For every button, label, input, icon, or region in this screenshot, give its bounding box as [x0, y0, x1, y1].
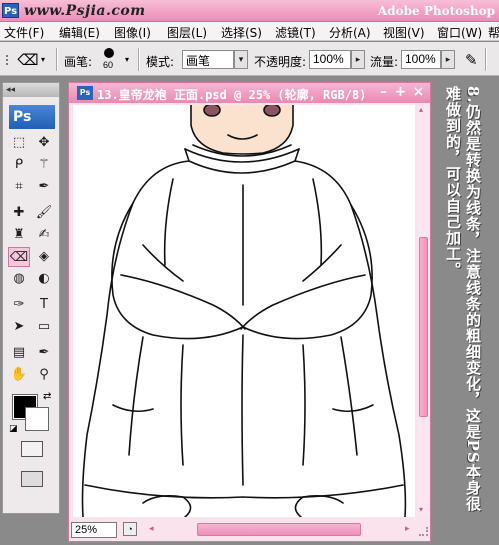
- tool-preset-arrow-icon[interactable]: ▾: [41, 55, 45, 64]
- resize-grip-icon[interactable]: [419, 527, 428, 536]
- crop-icon[interactable]: ⌗: [8, 177, 30, 197]
- scroll-up-arrow-icon[interactable]: ▴: [419, 105, 423, 114]
- flow-label: 流量:: [370, 55, 399, 69]
- mode-select[interactable]: 画笔: [182, 50, 234, 69]
- pen-icon[interactable]: ✑: [8, 295, 30, 315]
- menu-bar: 文件(F) 编辑(E) 图像(I) 图层(L) 选择(S) 滤镜(T) 分析(A…: [0, 22, 499, 41]
- mode-dropdown-arrow-icon[interactable]: ▾: [234, 50, 248, 69]
- marquee-icon[interactable]: ⬚: [8, 133, 30, 153]
- menu-image[interactable]: 图像(I): [114, 24, 151, 41]
- vertical-scroll-thumb[interactable]: [419, 237, 428, 417]
- opacity-input[interactable]: 100%: [309, 50, 351, 69]
- separator: [56, 48, 58, 71]
- menu-filter[interactable]: 滤镜(T): [275, 24, 316, 41]
- horizontal-scroll-thumb[interactable]: [197, 523, 361, 536]
- hand-icon[interactable]: ✋: [8, 365, 30, 385]
- scroll-down-arrow-icon[interactable]: ▾: [419, 505, 423, 514]
- opacity-slider-arrow-icon[interactable]: ▸: [351, 50, 365, 69]
- flow-slider-arrow-icon[interactable]: ▸: [441, 50, 455, 69]
- menu-help[interactable]: 帮: [488, 24, 499, 41]
- brush-size: 60: [103, 60, 114, 70]
- opacity-label: 不透明度:: [254, 55, 307, 69]
- swap-colors-icon[interactable]: ⇄: [43, 391, 51, 402]
- eraser-icon[interactable]: ⌫: [16, 51, 40, 69]
- menu-file[interactable]: 文件(F): [4, 24, 44, 41]
- scroll-right-arrow-icon[interactable]: ▸: [405, 523, 410, 534]
- minimize-icon[interactable]: –: [377, 85, 390, 99]
- toolbox-header[interactable]: ◂◂: [3, 83, 59, 97]
- scroll-left-arrow-icon[interactable]: ◂: [149, 523, 154, 534]
- document-title: 13.皇帝龙袍 正面.psd @ 25% (轮廓, RGB/8): [97, 88, 367, 102]
- zoom-level-field[interactable]: 25%: [71, 522, 117, 538]
- menu-window[interactable]: 窗口(W): [437, 24, 482, 41]
- flow-input[interactable]: 100%: [401, 50, 441, 69]
- eyedropper-icon[interactable]: ✒: [33, 177, 55, 197]
- options-grip[interactable]: [6, 55, 10, 65]
- caption-line-1: 8.仍然是转换为线条，注意线条的粗细变化，这是PS本身很: [464, 86, 482, 512]
- eraser-icon[interactable]: ⌫: [8, 247, 30, 267]
- canvas[interactable]: [73, 105, 415, 517]
- rectangle-icon[interactable]: ▭: [33, 317, 55, 337]
- brush-label: 画笔:: [64, 55, 93, 69]
- healing-brush-icon[interactable]: ✚: [8, 203, 30, 223]
- document-title-bar[interactable]: Ps 13.皇帝龙袍 正面.psd @ 25% (轮廓, RGB/8) – + …: [69, 83, 430, 103]
- quick-mask-icon[interactable]: [21, 441, 43, 457]
- mode-label: 模式:: [146, 55, 175, 69]
- menu-edit[interactable]: 编辑(E): [59, 24, 100, 41]
- caption-line-2: 难做到的，可以自己加工。: [444, 86, 462, 278]
- status-bar: 25% ◔ ◂ ▸: [69, 519, 430, 541]
- photoshop-icon: Ps: [2, 3, 19, 18]
- blur-icon[interactable]: ◍: [8, 269, 30, 289]
- dodge-icon[interactable]: ◐: [33, 269, 55, 289]
- watermark-text: www.Psjia.com: [24, 3, 146, 19]
- history-brush-icon[interactable]: ✍: [33, 225, 55, 245]
- emperor-robe-line-art: [81, 105, 407, 517]
- airbrush-icon[interactable]: ✎: [465, 51, 478, 69]
- brush-picker-arrow-icon[interactable]: ▾: [125, 55, 129, 64]
- options-bar: ⌫ ▾ 画笔: 60 ▾ 模式: 画笔 ▾ 不透明度: 100% ▸ 流量: 1…: [0, 42, 499, 76]
- menu-view[interactable]: 视图(V): [383, 24, 425, 41]
- path-selection-icon[interactable]: ➤: [8, 317, 30, 337]
- photoshop-logo[interactable]: Ps: [9, 105, 55, 129]
- menu-layer[interactable]: 图层(L): [167, 24, 207, 41]
- type-icon[interactable]: T: [33, 295, 55, 315]
- separator: [138, 48, 140, 71]
- menu-analysis[interactable]: 分析(A): [329, 24, 371, 41]
- vertical-scrollbar[interactable]: ▴ ▾: [418, 105, 429, 517]
- default-colors-icon[interactable]: ◪: [9, 423, 18, 434]
- maximize-icon[interactable]: +: [394, 85, 407, 99]
- menu-select[interactable]: 选择(S): [221, 24, 262, 41]
- separator: [485, 48, 487, 71]
- document-icon: Ps: [77, 86, 93, 100]
- document-window: Ps 13.皇帝龙袍 正面.psd @ 25% (轮廓, RGB/8) – + …: [68, 82, 431, 542]
- tutorial-caption: 8.仍然是转换为线条，注意线条的粗细变化，这是PS本身很 难做到的，可以自己加工…: [436, 82, 499, 545]
- move-icon[interactable]: ✥: [33, 133, 55, 153]
- close-icon[interactable]: ×: [412, 85, 425, 99]
- title-bar: Ps www.Psjia.com Adobe Photoshop: [0, 0, 499, 22]
- brush-icon[interactable]: 🖌: [33, 203, 55, 223]
- brush-preset-icon[interactable]: [104, 48, 114, 58]
- paint-bucket-icon[interactable]: ◈: [33, 247, 55, 267]
- clone-stamp-icon[interactable]: ♜: [8, 225, 30, 245]
- notes-icon[interactable]: ▤: [8, 343, 30, 363]
- background-color-swatch[interactable]: [25, 407, 49, 431]
- zoom-icon[interactable]: ⚲: [33, 365, 55, 385]
- magic-wand-icon[interactable]: ⚚: [33, 155, 55, 175]
- toolbox: ◂◂ Ps ⬚ ✥ ᑭ ⚚ ⌗ ✒ ✚ 🖌 ♜ ✍ ⌫ ◈ ◍ ◐ ✑ T ➤ …: [2, 82, 60, 514]
- screen-mode-icon[interactable]: [21, 471, 43, 487]
- status-menu-icon[interactable]: ◔: [123, 522, 137, 536]
- eyedropper-icon[interactable]: ✒: [33, 343, 55, 363]
- app-title: Adobe Photoshop: [377, 4, 495, 18]
- lasso-icon[interactable]: ᑭ: [8, 155, 30, 175]
